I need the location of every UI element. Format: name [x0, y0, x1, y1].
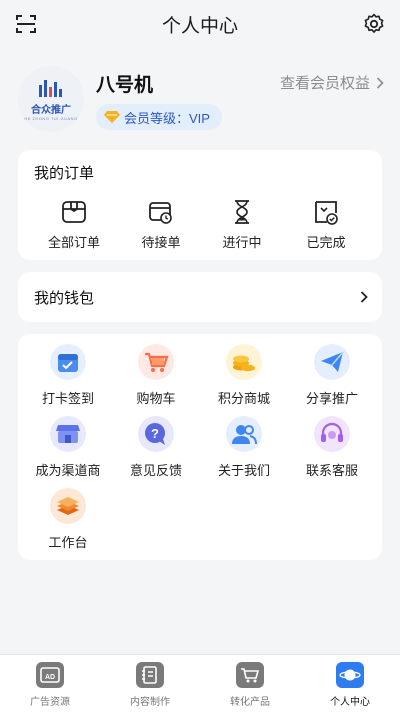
diamond-icon [104, 111, 120, 123]
bottom-tab-bar: AD 广告资源 内容制作 转化产品 个人中心 [0, 654, 400, 712]
svg-text:?: ? [151, 426, 159, 441]
service-checkin-button[interactable]: 打卡签到 [30, 344, 106, 407]
member-level-text: 会员等级：VIP [124, 110, 210, 126]
paper-plane-icon [314, 344, 350, 380]
tab-personal-center[interactable]: 个人中心 [300, 655, 400, 712]
coins-icon [226, 344, 262, 380]
my-orders-title: 我的订单 [34, 165, 95, 182]
service-cart-label: 购物车 [136, 391, 176, 406]
service-share-button[interactable]: 分享推广 [294, 344, 370, 407]
tab-content-creation[interactable]: 内容制作 [100, 655, 200, 712]
member-level-badge: 会员等级：VIP [96, 104, 222, 130]
hourglass-icon [235, 200, 249, 224]
service-customer-support-button[interactable]: 联系客服 [294, 416, 370, 479]
order-all-label: 全部订单 [47, 235, 100, 250]
username: 八号机 [96, 75, 154, 96]
planet-icon [336, 662, 364, 688]
top-header: 个人中心 [0, 0, 400, 48]
order-pending-button[interactable]: 待接单 [121, 198, 201, 251]
service-become-dealer-label: 成为渠道商 [35, 463, 101, 478]
ad-icon: AD [36, 662, 64, 688]
cart-tab-icon [236, 662, 264, 688]
avatar-brand-text: 合众推广 [31, 105, 71, 116]
my-orders-card: 我的订单 全部订单 待接单 进行中 已完成 [18, 150, 382, 260]
service-points-mall-button[interactable]: 积分商城 [206, 344, 282, 407]
tab-content-creation-label: 内容制作 [130, 697, 170, 708]
tab-ad-resources-label: 广告资源 [30, 697, 70, 708]
chevron-right-icon [360, 291, 368, 303]
chevron-right-icon [376, 76, 384, 89]
headset-icon [314, 416, 350, 452]
feedback-bubble-icon: ? [138, 416, 174, 452]
service-workbench-button[interactable]: 工作台 [30, 488, 106, 551]
page-title: 个人中心 [161, 15, 238, 37]
service-points-mall-label: 积分商城 [217, 391, 270, 406]
service-about-us-button[interactable]: 关于我们 [206, 416, 282, 479]
order-in-progress-label: 进行中 [222, 235, 262, 250]
layers-icon [50, 488, 86, 524]
gear-icon[interactable] [362, 12, 386, 36]
service-about-us-label: 关于我们 [217, 463, 270, 478]
avatar[interactable]: 合众推广 HE ZHONG TUI GUANG [18, 66, 84, 132]
order-all-button[interactable]: 全部订单 [34, 198, 114, 251]
svg-text:AD: AD [45, 674, 55, 681]
cart-icon [138, 344, 174, 380]
service-checkin-label: 打卡签到 [41, 391, 94, 406]
my-wallet-row[interactable]: 我的钱包 [18, 272, 382, 322]
avatar-brand-subtext: HE ZHONG TUI GUANG [24, 116, 78, 121]
my-wallet-label: 我的钱包 [34, 289, 95, 307]
service-become-dealer-button[interactable]: 成为渠道商 [30, 416, 106, 479]
service-feedback-button[interactable]: ? 意见反馈 [118, 416, 194, 479]
tab-ad-resources[interactable]: AD 广告资源 [0, 655, 100, 712]
member-link-label: 查看会员权益 [279, 75, 370, 92]
storefront-icon [50, 416, 86, 452]
completed-check-icon [315, 201, 338, 225]
tab-personal-center-label: 个人中心 [330, 697, 370, 708]
profile-section: 合众推广 HE ZHONG TUI GUANG 八号机 会员等级：VIP 查看会… [0, 62, 400, 142]
service-customer-support-label: 联系客服 [305, 463, 358, 478]
service-cart-button[interactable]: 购物车 [118, 344, 194, 407]
calendar-clock-icon [149, 202, 172, 224]
order-completed-label: 已完成 [306, 235, 346, 250]
scan-icon[interactable] [14, 12, 38, 36]
tab-conversion-products-label: 转化产品 [230, 697, 270, 708]
people-icon [226, 416, 262, 452]
notebook-icon [136, 662, 164, 688]
service-workbench-label: 工作台 [48, 535, 88, 550]
brand-logo-icon [39, 80, 62, 97]
service-share-label: 分享推广 [305, 391, 358, 406]
box-icon [62, 201, 86, 223]
checkin-calendar-icon [50, 344, 86, 380]
view-member-benefits-link[interactable]: 查看会员权益 [280, 72, 384, 93]
tab-conversion-products[interactable]: 转化产品 [200, 655, 300, 712]
service-feedback-label: 意见反馈 [129, 463, 182, 478]
order-in-progress-button[interactable]: 进行中 [202, 198, 282, 251]
services-grid-card: 打卡签到 购物车 积分商城 分享推广 成为渠道商 ? 意见反馈 关于我们 联系客… [18, 334, 382, 560]
order-pending-label: 待接单 [141, 235, 181, 250]
order-completed-button[interactable]: 已完成 [286, 198, 366, 251]
